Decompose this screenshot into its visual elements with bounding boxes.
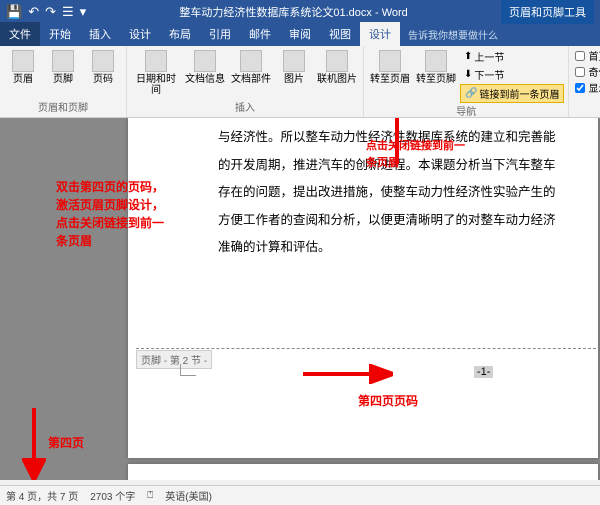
footer-button[interactable]: 页脚 [44, 48, 82, 87]
next-page-peek [128, 464, 598, 480]
window-title: 整车动力经济性数据库系统论文01.docx - Word [86, 4, 501, 20]
tab-home[interactable]: 开始 [40, 22, 80, 46]
qat-touch[interactable]: ☰ [62, 4, 74, 20]
tab-view[interactable]: 视图 [320, 22, 360, 46]
prev-section-button[interactable]: ⬆上一节 [460, 48, 564, 65]
document-area[interactable]: 与经济性。所以整车动力性经济性数据库系统的建立和完善能 的开发周期，推进汽车的创… [0, 118, 600, 480]
annotation-left: 双击第四页的页码， 激活页眉页脚设计， 点击关闭链接到前一 条页眉 [56, 178, 176, 250]
footer-section-tag: 页脚 - 第 2 节 - [136, 350, 212, 369]
status-lang-icon: ⍞ [147, 490, 153, 501]
pagenum-button[interactable]: 页码 [84, 48, 122, 87]
tab-hf-design[interactable]: 设计 [360, 22, 400, 46]
tab-references[interactable]: 引用 [200, 22, 240, 46]
goto-footer-button[interactable]: 转至页脚 [414, 48, 458, 87]
tab-review[interactable]: 审阅 [280, 22, 320, 46]
annotation-bottom: 第四页 [48, 434, 84, 452]
group-label: 页眉和页脚 [38, 98, 88, 115]
status-page[interactable]: 第 4 页，共 7 页 [6, 488, 78, 503]
header-button[interactable]: 页眉 [4, 48, 42, 87]
arrow-down-icon [22, 408, 46, 480]
docinfo-button[interactable]: 文档信息 [183, 48, 227, 87]
status-words[interactable]: 2703 个字 [90, 488, 135, 503]
tab-file[interactable]: 文件 [0, 22, 40, 46]
status-lang[interactable]: 英语(美国) [165, 488, 212, 503]
group-options: 首页不同 奇偶页不同 显示文档文字 选项 [569, 46, 600, 117]
context-tool-title: 页眉和页脚工具 [501, 0, 594, 24]
tab-mailings[interactable]: 邮件 [240, 22, 280, 46]
footer-separator [136, 348, 596, 349]
online-pics-button[interactable]: 联机图片 [315, 48, 359, 87]
tab-design[interactable]: 设计 [120, 22, 160, 46]
show-doc-checkbox[interactable]: 显示文档文字 [573, 80, 600, 95]
annotation-mid: 第四页页码 [358, 392, 418, 410]
diff-oddeven-checkbox[interactable]: 奇偶页不同 [573, 64, 600, 79]
goto-header-button[interactable]: 转至页眉 [368, 48, 412, 87]
group-label: 插入 [235, 98, 255, 115]
group-header-footer: 页眉 页脚 页码 页眉和页脚 [0, 46, 127, 117]
pictures-button[interactable]: 图片 [275, 48, 313, 87]
arrow-right-icon [303, 364, 393, 384]
link-previous-button[interactable]: 🔗链接到前一条页眉 [460, 84, 564, 103]
group-label: 导航 [456, 102, 476, 119]
tell-me[interactable]: 告诉我你想要做什么 [400, 23, 506, 46]
qat-save[interactable]: 💾 [6, 4, 22, 20]
tab-insert[interactable]: 插入 [80, 22, 120, 46]
diff-first-checkbox[interactable]: 首页不同 [573, 48, 600, 63]
qat-undo[interactable]: ↶ [28, 4, 39, 20]
datetime-button[interactable]: 日期和时间 [131, 48, 181, 98]
next-section-button[interactable]: ⬇下一节 [460, 66, 564, 83]
arrow-up-icon [382, 118, 412, 164]
tab-layout[interactable]: 布局 [160, 22, 200, 46]
group-insert: 日期和时间 文档信息 文档部件 图片 联机图片 插入 [127, 46, 364, 117]
quickparts-button[interactable]: 文档部件 [229, 48, 273, 87]
group-navigation: 转至页眉 转至页脚 ⬆上一节 ⬇下一节 🔗链接到前一条页眉 导航 [364, 46, 569, 117]
qat-redo[interactable]: ↷ [45, 4, 56, 20]
page-number-field[interactable]: -1- [474, 366, 493, 378]
crop-mark [180, 364, 196, 376]
